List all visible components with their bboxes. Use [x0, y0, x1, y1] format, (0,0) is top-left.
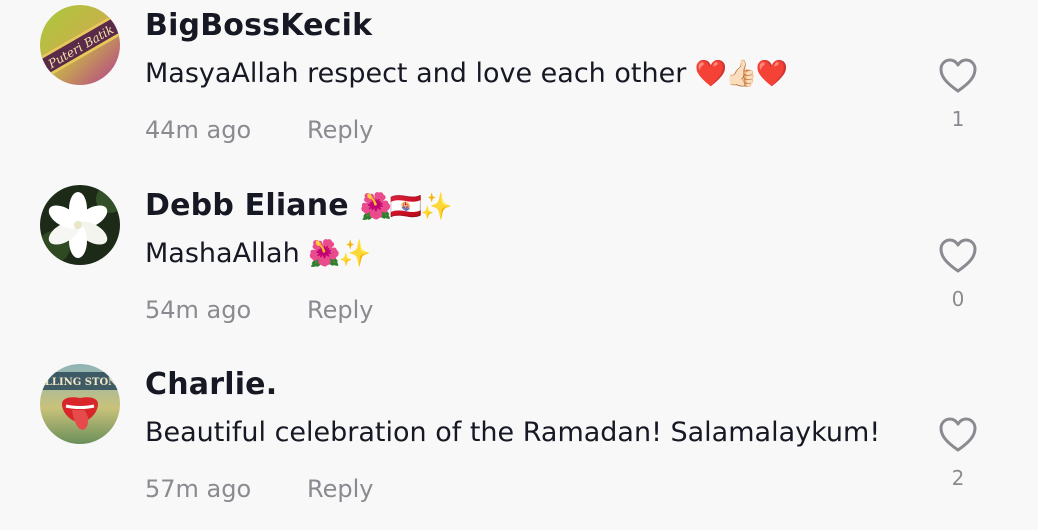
heart-icon: [939, 238, 977, 273]
comment-text: Beautiful celebration of the Ramadan! Sa…: [145, 417, 880, 448]
username-text: Debb Eliane: [145, 188, 349, 223]
like-button[interactable]: [937, 414, 979, 456]
username[interactable]: Debb Eliane 🌺🇵🇫✨: [145, 188, 453, 223]
heart-icon: [939, 58, 977, 93]
comment-meta: 57m ago Reply: [145, 475, 373, 503]
reply-button[interactable]: Reply: [307, 116, 373, 144]
comment-body: MashaAllah: [145, 238, 300, 269]
timestamp: 57m ago: [145, 475, 252, 503]
avatar[interactable]: [40, 185, 120, 265]
comment-emoji: ❤️👍🏻❤️: [694, 59, 788, 89]
comment-emoji: 🌺✨: [308, 239, 371, 269]
like-count: 0: [951, 287, 965, 311]
comment-body: MasyaAllah respect and love each other: [145, 58, 687, 89]
comment-item: Debb Eliane 🌺🇵🇫✨ MashaAllah 🌺✨ 54m ago Re…: [0, 180, 1038, 359]
timestamp: 44m ago: [145, 116, 252, 144]
comment-item: ROLLING STONES Charlie. Beautiful celebr…: [0, 359, 1038, 530]
reply-button[interactable]: Reply: [307, 296, 373, 324]
like-count: 1: [951, 107, 965, 131]
avatar[interactable]: Puteri Batik: [40, 5, 120, 85]
like-count: 2: [951, 466, 965, 490]
timestamp: 54m ago: [145, 296, 252, 324]
heart-icon: [939, 417, 977, 452]
username-text: Charlie.: [145, 367, 278, 402]
comment-meta: 54m ago Reply: [145, 296, 373, 324]
username[interactable]: BigBossKecik: [145, 8, 372, 43]
comment-text: MashaAllah 🌺✨: [145, 238, 371, 269]
rolling-stones-avatar-icon: ROLLING STONES: [40, 364, 120, 444]
username[interactable]: Charlie.: [145, 367, 277, 402]
like-button[interactable]: [937, 235, 979, 277]
comment-item: Puteri Batik BigBossKecik MasyaAllah res…: [0, 0, 1038, 179]
comment-list: Puteri Batik BigBossKecik MasyaAllah res…: [0, 0, 1038, 530]
tiare-flower-avatar-icon: [40, 185, 120, 265]
batik-banner-avatar-icon: Puteri Batik: [40, 5, 120, 85]
comment-meta: 44m ago Reply: [145, 116, 373, 144]
like-button[interactable]: [937, 55, 979, 97]
username-emoji: 🌺🇵🇫✨: [359, 192, 453, 222]
reply-button[interactable]: Reply: [307, 475, 373, 503]
avatar-banner-text: ROLLING STONES: [40, 377, 120, 388]
comment-body: Beautiful celebration of the Ramadan! Sa…: [145, 417, 881, 448]
comment-text: MasyaAllah respect and love each other ❤…: [145, 58, 788, 89]
avatar[interactable]: ROLLING STONES: [40, 364, 120, 444]
username-text: BigBossKecik: [145, 8, 373, 43]
